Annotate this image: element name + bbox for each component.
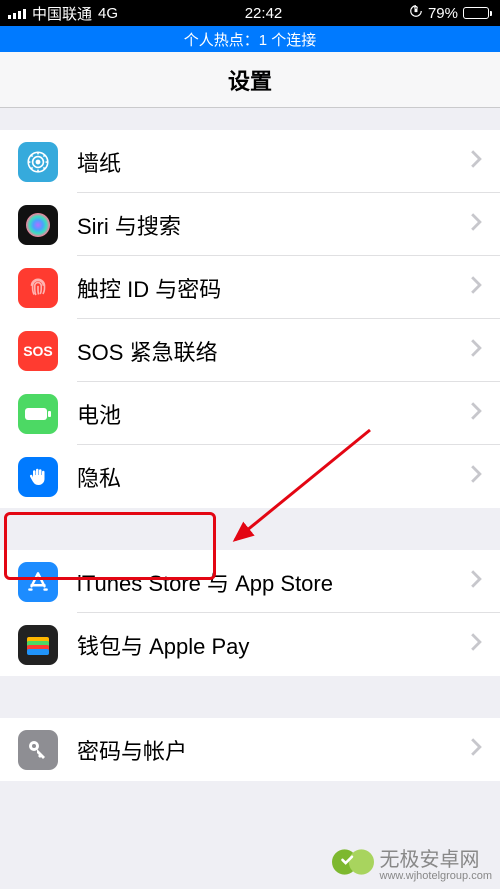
chevron-right-icon xyxy=(470,402,482,425)
item-label: 密码与帐户 xyxy=(77,734,470,766)
siri-icon xyxy=(18,205,58,245)
watermark: 无极安卓网 www.wjhotelgroup.com xyxy=(332,841,493,883)
item-label: Siri 与搜索 xyxy=(77,209,470,241)
signal-icon xyxy=(8,7,26,19)
chevron-right-icon xyxy=(470,276,482,299)
settings-item-battery[interactable]: 电池 xyxy=(0,382,500,445)
chevron-right-icon xyxy=(470,570,482,593)
item-label: 墙纸 xyxy=(77,146,470,178)
settings-item-accounts[interactable]: 密码与帐户 xyxy=(0,718,500,781)
appstore-icon xyxy=(18,562,58,602)
status-time: 22:42 xyxy=(245,5,283,22)
chevron-right-icon xyxy=(470,150,482,173)
battery-icon xyxy=(18,394,58,434)
settings-item-siri[interactable]: Siri 与搜索 xyxy=(0,193,500,256)
item-label: SOS 紧急联络 xyxy=(77,335,470,367)
chevron-right-icon xyxy=(470,738,482,761)
watermark-text: 无极安卓网 xyxy=(380,843,493,872)
battery-percent: 79% xyxy=(428,5,458,22)
hotspot-bar[interactable]: 个人热点：1 个连接 xyxy=(0,26,500,52)
item-label: iTunes Store 与 App Store xyxy=(77,566,470,598)
status-right: 79% xyxy=(409,4,492,22)
battery-icon xyxy=(463,7,492,19)
settings-section-3: 密码与帐户 xyxy=(0,718,500,781)
watermark-url: www.wjhotelgroup.com xyxy=(380,870,493,882)
watermark-logo-icon xyxy=(332,841,374,883)
chevron-right-icon xyxy=(470,339,482,362)
status-left: 中国联通 4G xyxy=(8,3,118,24)
key-icon xyxy=(18,730,58,770)
wallpaper-icon xyxy=(18,142,58,182)
settings-item-itunes[interactable]: iTunes Store 与 App Store xyxy=(0,550,500,613)
item-label: 钱包与 Apple Pay xyxy=(77,629,470,661)
fingerprint-icon xyxy=(18,268,58,308)
status-bar: 中国联通 4G 22:42 79% xyxy=(0,0,500,26)
chevron-right-icon xyxy=(470,465,482,488)
item-label: 隐私 xyxy=(77,461,470,493)
item-label: 触控 ID 与密码 xyxy=(77,272,470,304)
chevron-right-icon xyxy=(470,633,482,656)
hand-icon xyxy=(18,457,58,497)
settings-item-sos[interactable]: SOS SOS 紧急联络 xyxy=(0,319,500,382)
settings-item-touchid[interactable]: 触控 ID 与密码 xyxy=(0,256,500,319)
settings-item-privacy[interactable]: 隐私 xyxy=(0,445,500,508)
settings-item-wallet[interactable]: 钱包与 Apple Pay xyxy=(0,613,500,676)
chevron-right-icon xyxy=(470,213,482,236)
wallet-icon xyxy=(18,625,58,665)
settings-section-1: 墙纸 Siri 与搜索 触控 ID 与密码 SOS SOS 紧急联络 电池 隐私 xyxy=(0,130,500,508)
nav-header: 设置 xyxy=(0,52,500,108)
settings-item-wallpaper[interactable]: 墙纸 xyxy=(0,130,500,193)
carrier-label: 中国联通 xyxy=(32,3,92,24)
hotspot-text: 个人热点：1 个连接 xyxy=(184,29,317,50)
sos-icon: SOS xyxy=(18,331,58,371)
settings-section-2: iTunes Store 与 App Store 钱包与 Apple Pay xyxy=(0,550,500,676)
rotation-lock-icon xyxy=(409,4,423,22)
item-label: 电池 xyxy=(77,398,470,430)
network-label: 4G xyxy=(98,5,118,22)
page-title: 设置 xyxy=(228,64,272,96)
